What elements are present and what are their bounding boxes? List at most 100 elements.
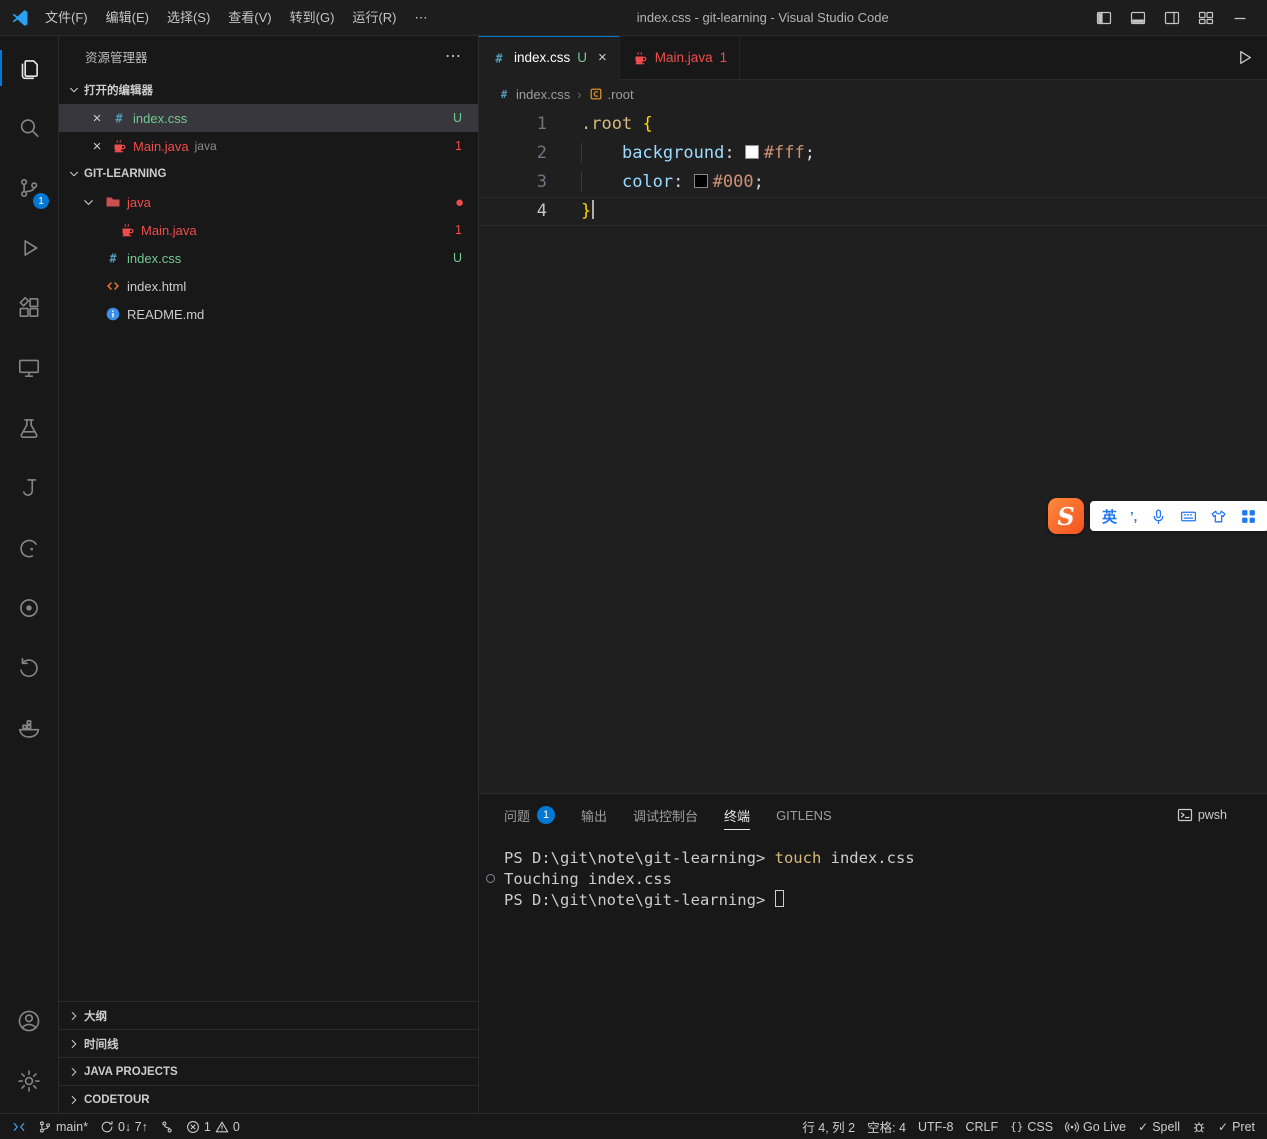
warning-icon <box>215 1120 229 1134</box>
run-file-button[interactable] <box>1236 49 1253 66</box>
status-indentation[interactable]: 空格: 4 <box>861 1114 912 1139</box>
code-line[interactable]: 4} <box>479 197 1267 226</box>
toggle-primary-sidebar-button[interactable] <box>1089 5 1119 31</box>
menu-go[interactable]: 转到(G) <box>281 1 344 35</box>
svg-text:#: # <box>501 89 508 101</box>
workspace-root-header[interactable]: GIT-LEARNING <box>59 160 478 188</box>
color-swatch[interactable] <box>694 174 708 188</box>
status-eol[interactable]: CRLF <box>959 1114 1004 1139</box>
tree-item-readme-md[interactable]: README.md <box>59 300 478 328</box>
activity-remote-explorer[interactable] <box>0 338 58 398</box>
activity-testing[interactable] <box>0 398 58 458</box>
line-number: 1 <box>479 110 547 139</box>
section-timeline[interactable]: 时间线 <box>59 1029 478 1057</box>
tree-item-index-html[interactable]: index.html <box>59 272 478 300</box>
bottom-panel: 问题1 输出调试控制台终端 GITLENS pwsh PS D:\git\note\… <box>479 793 1267 1113</box>
command-decoration-icon[interactable] <box>486 874 495 883</box>
close-icon[interactable]: × <box>89 139 105 154</box>
status-source-control-graph[interactable] <box>154 1114 180 1139</box>
panel-header: 问题1 输出调试控制台终端 GITLENS pwsh <box>479 794 1267 836</box>
status-go-live[interactable]: Go Live <box>1059 1114 1132 1139</box>
toolbox-icon[interactable] <box>1240 508 1257 525</box>
modified-dot: ● <box>455 195 478 210</box>
menu-edit[interactable]: 编辑(E) <box>97 1 158 35</box>
editor-group: #index.cssU×Main.java1 #index.css›.root … <box>479 36 1267 1113</box>
svg-text:#: # <box>495 51 503 65</box>
toggle-panel-button[interactable] <box>1123 5 1153 31</box>
activity-settings[interactable] <box>0 1051 58 1111</box>
activity-accounts[interactable] <box>0 991 58 1051</box>
section-outline[interactable]: 大纲 <box>59 1001 478 1029</box>
symbol-class-icon <box>589 87 603 101</box>
section-codetour[interactable]: CODETOUR <box>59 1085 478 1113</box>
more-actions-icon[interactable]: ⋯ <box>445 46 462 66</box>
panel-tab-output[interactable]: 输出 <box>581 794 607 836</box>
status-problems[interactable]: 10 <box>180 1114 246 1139</box>
sidebar-title: 资源管理器 <box>85 47 148 66</box>
color-swatch[interactable] <box>745 145 759 159</box>
activity-extensions[interactable] <box>0 278 58 338</box>
menu-selection[interactable]: 选择(S) <box>158 1 219 35</box>
punctuation-toggle[interactable]: ’, <box>1130 509 1137 524</box>
panel-tab-gitlens[interactable]: GITLENS <box>776 794 832 836</box>
menu-view[interactable]: 查看(V) <box>219 1 280 35</box>
mic-icon[interactable] <box>1150 508 1167 525</box>
menu-more[interactable]: ⋯ <box>405 1 436 35</box>
open-editors-header[interactable]: 打开的编辑器 <box>59 76 478 104</box>
activity-codetour[interactable] <box>0 578 58 638</box>
status-sync-changes[interactable]: 0↓ 7↑ <box>94 1114 154 1139</box>
code-line[interactable]: 1.root { <box>479 110 1267 139</box>
activity-explorer[interactable] <box>0 38 58 98</box>
close-icon[interactable]: × <box>598 49 607 66</box>
section-java-projects[interactable]: JAVA PROJECTS <box>59 1057 478 1085</box>
activity-java[interactable] <box>0 458 58 518</box>
activity-restore[interactable] <box>0 638 58 698</box>
status-debug-extension[interactable] <box>1186 1114 1212 1139</box>
breadcrumb-item[interactable]: #index.css <box>497 87 570 102</box>
tree-item-folder-java[interactable]: java● <box>59 188 478 216</box>
activity-gradle[interactable] <box>0 518 58 578</box>
customize-layout-button[interactable] <box>1191 5 1221 31</box>
folder-icon <box>105 194 121 210</box>
status-cursor-position[interactable]: 行 4, 列 2 <box>796 1114 861 1139</box>
close-icon[interactable]: × <box>89 111 105 126</box>
status-spell-checker[interactable]: ✓Spell <box>1132 1114 1186 1139</box>
minimize-button[interactable] <box>1225 5 1255 31</box>
tab-index-css[interactable]: #index.cssU× <box>479 36 620 80</box>
status-git-branch[interactable]: main* <box>32 1114 94 1139</box>
tree-item-index-css[interactable]: #index.cssU <box>59 244 478 272</box>
menu-run[interactable]: 运行(R) <box>343 1 405 35</box>
ime-mode-toggle[interactable]: 英 <box>1102 506 1117 527</box>
sogou-logo-icon[interactable]: S <box>1048 498 1084 534</box>
panel-tab-terminal[interactable]: 终端 <box>724 794 750 836</box>
panel-tab-problems[interactable]: 问题1 <box>504 794 555 836</box>
keyboard-icon[interactable] <box>1180 508 1197 525</box>
activity-run-debug[interactable] <box>0 218 58 278</box>
code-editor[interactable]: 1.root {2 background: #fff;3 color: #000… <box>479 108 1267 793</box>
terminal-output[interactable]: PS D:\git\note\git-learning> touch index… <box>479 836 1267 1113</box>
terminal-line: Touching index.css <box>479 869 1267 890</box>
code-line[interactable]: 3 color: #000; <box>479 168 1267 197</box>
status-remote-indicator[interactable] <box>6 1114 32 1139</box>
activity-source-control[interactable]: 1 <box>0 158 58 218</box>
tree-item-main-java[interactable]: Main.java1 <box>59 216 478 244</box>
panel-tab-debug-console[interactable]: 调试控制台 <box>633 794 698 836</box>
file-label: README.md <box>127 307 204 322</box>
ime-bar: 英 ’, <box>1090 501 1267 531</box>
open-editor-main-java[interactable]: ×Main.javajava1 <box>59 132 478 160</box>
tab-main-java[interactable]: Main.java1 <box>620 36 740 79</box>
status-prettier[interactable]: ✓Pret <box>1212 1114 1261 1139</box>
status-encoding[interactable]: UTF-8 <box>912 1114 959 1139</box>
toggle-secondary-sidebar-button[interactable] <box>1157 5 1187 31</box>
problems-count-badge: 1 <box>537 806 555 824</box>
menu-file[interactable]: 文件(F) <box>36 1 97 35</box>
breadcrumb-item[interactable]: .root <box>589 87 634 102</box>
skin-icon[interactable] <box>1210 508 1227 525</box>
code-line[interactable]: 2 background: #fff; <box>479 139 1267 168</box>
activity-containers[interactable] <box>0 698 58 758</box>
activity-search[interactable] <box>0 98 58 158</box>
menu-bar: 文件(F)编辑(E)选择(S)查看(V)转到(G)运行(R)⋯ <box>36 1 436 35</box>
terminal-shell-button[interactable]: pwsh <box>1177 807 1227 823</box>
open-editor-index-css[interactable]: ×#index.cssU <box>59 104 478 132</box>
status-language-mode[interactable]: {}CSS <box>1004 1114 1059 1139</box>
